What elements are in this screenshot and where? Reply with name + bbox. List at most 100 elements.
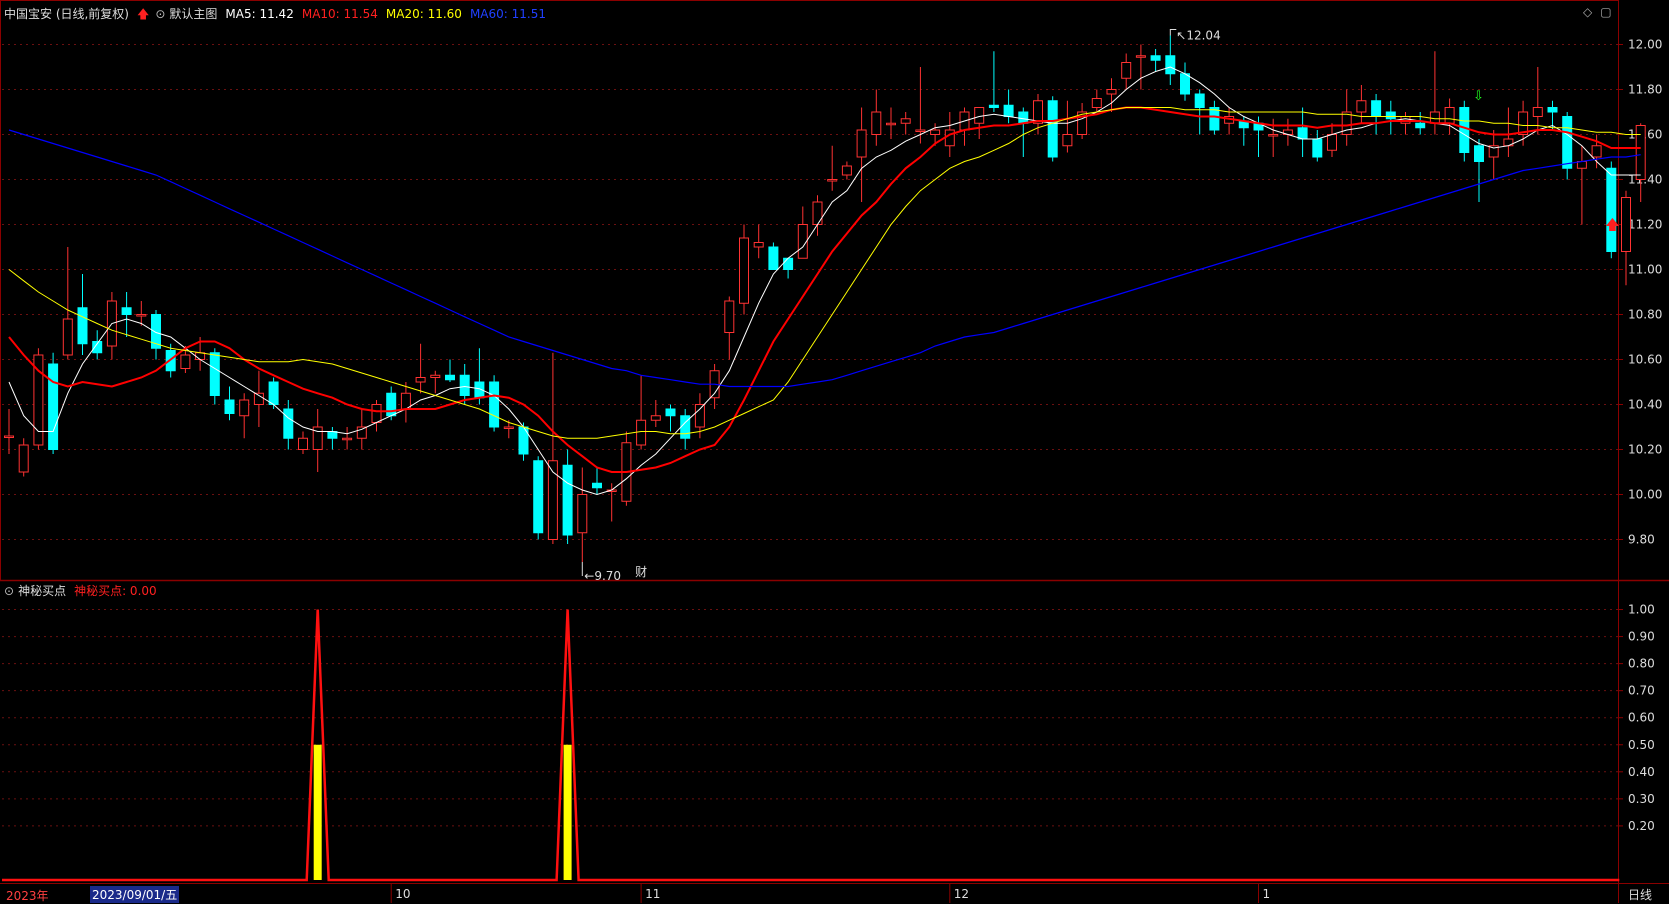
candle-body	[1385, 111, 1396, 120]
candle-body	[577, 494, 588, 534]
candle-body	[1327, 134, 1337, 151]
candle-body	[1635, 125, 1646, 180]
candle-body	[900, 118, 911, 124]
sell-arrow-icon: ⇩	[1473, 89, 1484, 104]
candle-body	[739, 237, 749, 304]
candle-body	[694, 404, 705, 428]
window-controls: ◇ ▢	[1583, 5, 1620, 19]
y-tick-label: 0.20	[1628, 819, 1655, 833]
candle-body	[1591, 145, 1602, 158]
candle-body	[783, 257, 794, 270]
period-tab[interactable]: 日线	[1628, 886, 1652, 903]
candle-body	[856, 129, 867, 158]
ma5-value: MA5: 11.42	[225, 7, 294, 21]
low-label: ←9.70	[584, 569, 621, 583]
y-tick-label: 1.00	[1628, 603, 1655, 617]
y-tick-label: 10.20	[1628, 443, 1662, 457]
maximize-icon[interactable]: ▢	[1600, 5, 1611, 19]
dropdown-icon[interactable]: ⊙	[155, 7, 165, 21]
year-label: 2023年	[6, 889, 49, 903]
candle-body	[562, 464, 573, 536]
series-line-ma5	[8, 66, 1641, 496]
ma20-value: MA20: 11.60	[385, 7, 462, 21]
series-line-ma10	[8, 106, 1641, 473]
x-tick-label: 1	[1263, 887, 1271, 901]
candle-body	[283, 408, 294, 439]
candle-body	[1180, 73, 1190, 95]
buy-arrow-icon: 🡅	[1605, 218, 1619, 234]
y-tick-label: 0.30	[1628, 792, 1655, 806]
indicator-value: 神秘买点: 0.00	[74, 584, 157, 598]
candle-body	[180, 354, 191, 369]
y-tick-label: 9.80	[1628, 533, 1655, 547]
y-tick-label: 10.80	[1628, 308, 1662, 322]
candle-body	[268, 381, 279, 405]
y-tick-label: 0.90	[1628, 630, 1655, 644]
candle-body	[1356, 100, 1367, 113]
candle-body	[356, 426, 367, 439]
candle-body	[342, 437, 353, 441]
candle-body	[459, 374, 470, 396]
high-label: ↖12.04	[1176, 29, 1220, 43]
y-tick-label: 0.40	[1628, 765, 1655, 779]
diamond-icon[interactable]: ◇	[1583, 5, 1592, 19]
candle-body	[915, 129, 926, 132]
candle-body	[62, 318, 73, 356]
candle-body	[430, 374, 441, 378]
candle-body	[1135, 55, 1146, 58]
candle-body	[239, 399, 250, 417]
candle-body	[1606, 167, 1617, 252]
candle-body	[1047, 100, 1058, 158]
candle-body	[930, 129, 941, 135]
candle-body	[988, 104, 999, 108]
candle-body	[1018, 111, 1029, 124]
candle-body	[1121, 62, 1132, 79]
series-line-ma60	[8, 129, 1641, 388]
candle-body	[1444, 107, 1455, 124]
indicator-header: ⊙ 神秘买点 神秘买点: 0.00	[4, 582, 165, 599]
candle-body	[4, 435, 14, 438]
stock-title[interactable]: 中国宝安 (日线,前复权)	[4, 7, 129, 21]
candle-body	[48, 363, 59, 450]
signal-bar	[563, 744, 572, 880]
y-tick-label: 0.50	[1628, 738, 1655, 752]
stock-chart-window: 9.80 10.00 10.20 10.40 10.60 10.80 11.00 11.20 1…	[0, 0, 1669, 903]
candle-body	[886, 122, 896, 126]
candle-body	[1297, 127, 1308, 140]
candle-body	[1562, 116, 1573, 169]
candle-body	[1268, 134, 1279, 137]
candle-body	[371, 404, 382, 423]
template-label[interactable]: 默认主图	[169, 7, 217, 21]
y-tick-label: 0.80	[1628, 657, 1655, 671]
candle-body	[1194, 93, 1205, 108]
candle-body	[753, 242, 764, 248]
candle-body	[415, 377, 426, 383]
candle-body	[1459, 107, 1470, 153]
chart-canvas[interactable]: 9.8010.0010.2010.4010.6010.8011.0011.201…	[0, 0, 1669, 903]
series-line-ma20	[8, 107, 1641, 439]
y-tick-label: 10.40	[1628, 398, 1662, 412]
candle-body	[944, 129, 955, 147]
candle-body	[209, 352, 220, 396]
candle-body	[1165, 55, 1176, 75]
candle-body	[489, 381, 500, 428]
indicator-name[interactable]: 神秘买点	[18, 584, 66, 598]
dropdown-icon[interactable]: ⊙	[4, 584, 14, 598]
candle-body	[1429, 111, 1440, 124]
candle-body	[768, 246, 779, 270]
candle-body	[724, 300, 735, 333]
main-header: 中国宝安 (日线,前复权) 🡅 ⊙ 默认主图 MA5: 11.42 MA10: 11.54…	[4, 5, 554, 26]
candle-body	[974, 107, 985, 124]
candle-body	[77, 307, 88, 345]
x-tick-label: 12	[954, 887, 969, 901]
candle-body	[136, 314, 147, 317]
candle-body	[195, 352, 206, 360]
candle-body	[533, 460, 544, 534]
candle-body	[1371, 100, 1382, 117]
y-tick-label: 10.00	[1628, 488, 1662, 502]
candle-body	[1547, 107, 1558, 113]
candle-body	[592, 482, 602, 489]
main-panel-frame	[0, 0, 1619, 581]
selected-date: 2023/09/01/五	[90, 886, 180, 903]
y-tick-label: 11.00	[1628, 263, 1662, 277]
